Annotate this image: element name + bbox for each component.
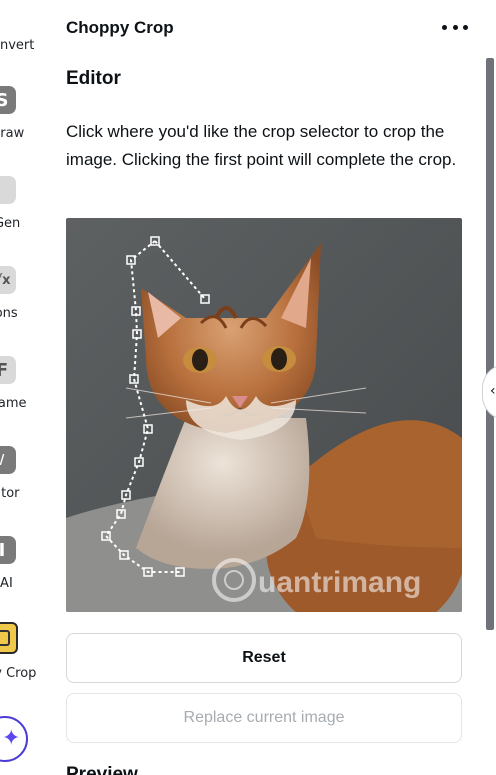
sidebar-item-label: cator: [0, 486, 20, 501]
app-panel: Choppy Crop Editor Click where you'd lik…: [50, 0, 484, 775]
scrollbar-thumb[interactable]: [486, 58, 494, 630]
apps-sidebar: onvert S draw oGen √x tions F Frame / ca…: [0, 0, 50, 775]
sidebar-item-label: tions: [0, 306, 18, 321]
sidebar-item-label: rf AI: [0, 576, 13, 591]
gen-app-icon: [0, 176, 16, 204]
sidebar-item-label: Frame: [0, 396, 27, 411]
assistant-button[interactable]: ✦: [0, 716, 28, 762]
sidebar-item-label: oGen: [0, 216, 21, 231]
frame-app-icon: F: [0, 356, 16, 384]
chevron-left-icon: ‹: [490, 383, 496, 399]
more-horizontal-icon: [442, 24, 447, 30]
app-title: Choppy Crop: [66, 18, 174, 37]
sparkle-icon: ✦: [2, 726, 21, 751]
locator-app-icon: /: [0, 446, 16, 474]
crop-image: uantrimang: [66, 218, 462, 612]
reset-button[interactable]: Reset: [66, 633, 462, 683]
more-dot: [463, 24, 468, 30]
watermark-text: uantrimang: [258, 566, 421, 599]
sidebar-item-label: draw: [0, 126, 25, 141]
replace-image-button[interactable]: Replace current image: [66, 693, 462, 743]
choppy-crop-app-icon[interactable]: [0, 622, 18, 654]
equations-app-icon: √x: [0, 266, 16, 294]
crop-canvas[interactable]: uantrimang: [66, 218, 462, 612]
instructions-text: Click where you'd like the crop selector…: [66, 122, 457, 169]
sidebar-item-label: onvert: [0, 38, 35, 53]
sidebar-item-label: py Crop: [0, 666, 37, 681]
more-options-button[interactable]: [442, 16, 468, 38]
more-dot: [452, 24, 458, 30]
ai-app-icon: I: [0, 536, 16, 564]
section-title: Editor: [66, 68, 121, 89]
preview-heading: Preview: [66, 764, 138, 775]
draw-app-icon: S: [0, 86, 16, 114]
